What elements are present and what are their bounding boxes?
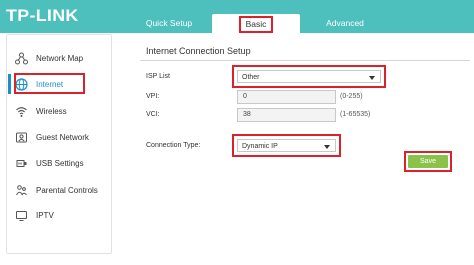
sidebar-item-label: Internet (36, 79, 64, 89)
tab-quick-setup[interactable]: Quick Setup (145, 13, 193, 33)
usb-icon (14, 156, 28, 170)
parental-controls-icon (14, 183, 28, 197)
tp-link-logo: TP-LINK (6, 6, 79, 25)
vci-range-hint: (1-65535) (340, 111, 371, 118)
sidebar-item-label: Parental Controls (36, 185, 98, 195)
globe-icon (14, 77, 28, 91)
isp-list-highlight: Other (232, 65, 386, 88)
sidebar-item-label: Wireless (36, 106, 67, 116)
sidebar-item-parental-controls[interactable]: Parental Controls (10, 180, 108, 200)
vpi-field[interactable]: 0 (237, 90, 336, 104)
connection-type-select[interactable]: Dynamic IP (237, 139, 336, 152)
network-map-icon (14, 51, 28, 65)
title-divider (140, 60, 470, 61)
tab-basic-label: Basic (238, 16, 274, 33)
sidebar-item-internet[interactable]: Internet (8, 74, 108, 94)
tab-basic[interactable]: Basic (212, 14, 300, 33)
sidebar-item-network-map[interactable]: Network Map (10, 48, 108, 68)
isp-list-select[interactable]: Other (237, 70, 381, 83)
isp-list-value: Other (242, 74, 260, 81)
guest-network-icon (14, 130, 28, 144)
sidebar-item-iptv[interactable]: IPTV (10, 205, 108, 225)
wireless-icon (14, 104, 28, 118)
connection-type-label: Connection Type: (146, 142, 201, 149)
vci-label: VCI: (146, 111, 160, 118)
tab-advanced[interactable]: Advanced (323, 13, 367, 33)
save-button[interactable]: Save (408, 155, 448, 168)
sidebar-item-wireless[interactable]: Wireless (10, 101, 108, 121)
sidebar-item-label: Guest Network (36, 132, 89, 142)
iptv-icon (14, 208, 28, 222)
sidebar-item-label: USB Settings (36, 158, 84, 168)
chevron-down-icon (324, 145, 330, 149)
chevron-down-icon (369, 76, 375, 80)
vpi-range-hint: (0-255) (340, 93, 363, 100)
sidebar-item-usb-settings[interactable]: USB Settings (10, 153, 108, 173)
sidebar-item-label: Network Map (36, 53, 84, 63)
connection-type-value: Dynamic IP (242, 143, 278, 150)
top-header: TP-LINK Quick Setup Basic Advanced (0, 0, 474, 33)
page-title: Internet Connection Setup (146, 46, 251, 56)
connection-type-highlight: Dynamic IP (232, 134, 341, 157)
isp-list-label: ISP List (146, 73, 170, 80)
sidebar-item-label: IPTV (36, 210, 54, 220)
sidebar-item-guest-network[interactable]: Guest Network (10, 127, 108, 147)
vpi-label: VPI: (146, 93, 160, 100)
save-highlight: Save (404, 151, 452, 172)
vci-field[interactable]: 38 (237, 108, 336, 122)
